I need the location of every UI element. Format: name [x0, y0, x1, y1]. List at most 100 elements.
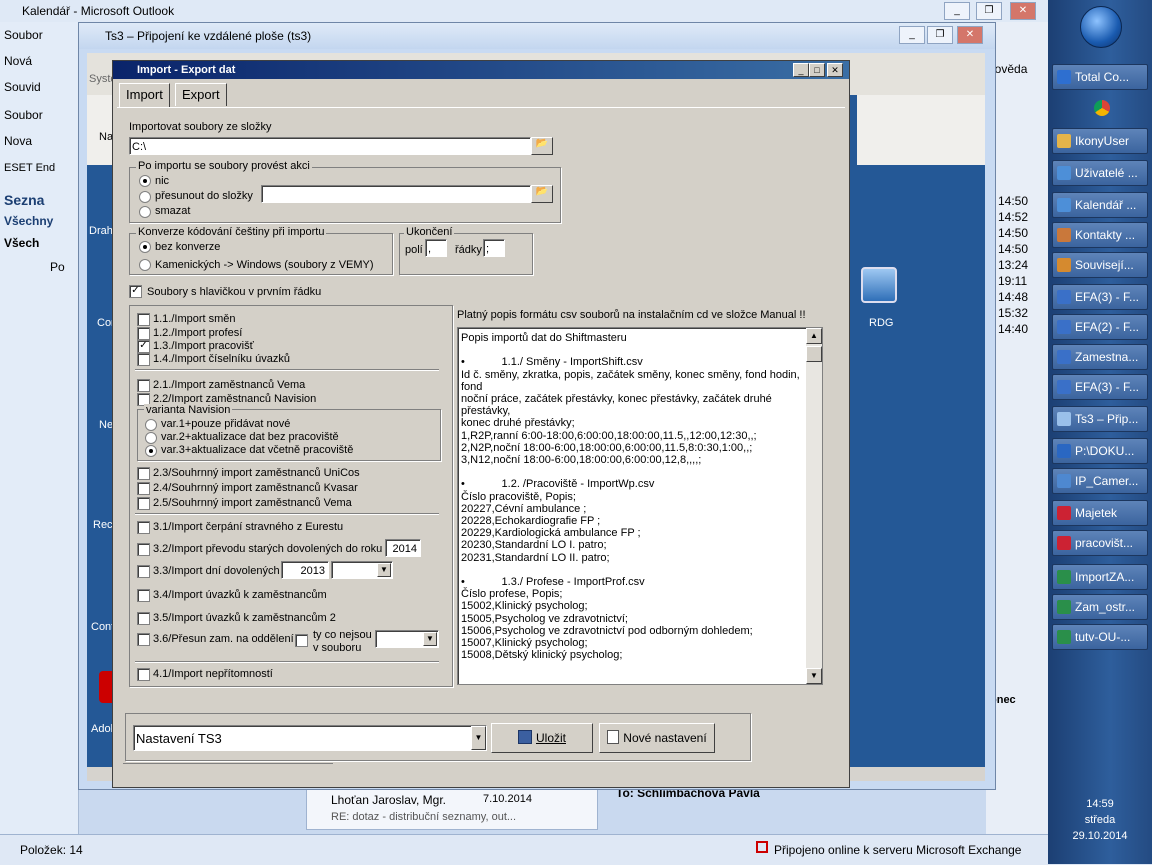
import-36-checkbox[interactable] [137, 633, 150, 646]
info-text: Platný popis formátu csv souborů na inst… [457, 309, 806, 321]
menu-vsechny[interactable]: Všechny [4, 214, 53, 228]
import-14-checkbox[interactable] [137, 353, 150, 366]
menu-seznam: Sezna [4, 192, 45, 208]
import-25-checkbox[interactable] [137, 497, 150, 510]
dialog-close-button[interactable]: ✕ [827, 63, 843, 77]
minimize-button[interactable]: _ [944, 2, 970, 20]
chevron-down-icon[interactable]: ▼ [471, 726, 486, 750]
taskbar-item[interactable]: Zamestna... [1052, 344, 1148, 370]
import-13-checkbox[interactable]: ✓ [137, 340, 150, 353]
header-checkbox[interactable]: ✓ [129, 285, 142, 298]
taskbar-item[interactable]: P:\DOKU... [1052, 438, 1148, 464]
menu-nova[interactable]: Nová [4, 54, 32, 68]
rdp-titlebar: Ts3 – Připojení ke vzdálené ploše (ts3) … [79, 23, 995, 49]
dialog-minimize-button[interactable]: _ [793, 63, 809, 77]
encoding-radio-kamenicky[interactable] [139, 259, 151, 271]
taskbar-item[interactable]: EFA(2) - F... [1052, 314, 1148, 340]
after-radio-move[interactable] [139, 191, 151, 203]
chevron-down-icon[interactable]: ▼ [423, 632, 437, 646]
taskbar-item[interactable]: Uživatelé ... [1052, 160, 1148, 186]
import-21-checkbox[interactable] [137, 379, 150, 392]
import-36-sub-checkbox[interactable] [295, 634, 308, 647]
rdg-icon[interactable] [861, 267, 897, 303]
app-icon [1057, 258, 1071, 272]
scroll-up-icon[interactable]: ▲ [806, 328, 822, 344]
move-folder-input[interactable] [261, 185, 531, 203]
format-description-memo[interactable]: Popis importů dat do Shiftmasteru • 1.1.… [457, 327, 823, 685]
taskbar-item[interactable]: ImportZA... [1052, 564, 1148, 590]
taskbar-item[interactable]: tutv-OU-... [1052, 624, 1148, 650]
menu-soubor[interactable]: Soubor [4, 28, 43, 42]
import-35-checkbox[interactable] [137, 612, 150, 625]
import-12-checkbox[interactable] [137, 327, 150, 340]
after-radio-nic[interactable] [139, 175, 151, 187]
menu-vsech[interactable]: Všech [4, 236, 39, 250]
import-33-year-input[interactable]: 2013 [281, 561, 329, 579]
import-24-checkbox[interactable] [137, 482, 150, 495]
encoding-radio-none[interactable] [139, 241, 151, 253]
desk-label-3: Ne [99, 419, 114, 431]
taskbar-item[interactable]: Kalendář ... [1052, 192, 1148, 218]
rdp-restore-button[interactable]: ❐ [927, 26, 953, 44]
import-36-label: 3.6/Přesun zam. na oddělení [153, 633, 294, 645]
taskbar-item[interactable]: Souvisejí... [1052, 252, 1148, 278]
scroll-thumb[interactable] [806, 346, 822, 362]
clock[interactable]: 14:59 středa 29.10.2014 [1048, 796, 1152, 856]
rdp-close-button[interactable]: ✕ [957, 26, 983, 44]
taskbar-item[interactable]: Ts3 – Přip... [1052, 406, 1148, 432]
end-rows-input[interactable]: ; [483, 239, 505, 257]
end-fields-input[interactable]: , [425, 239, 447, 257]
rdp-minimize-button[interactable]: _ [899, 26, 925, 44]
import-41-checkbox[interactable] [137, 668, 150, 681]
navision-radio-2[interactable] [145, 432, 157, 444]
clock-day: středa [1084, 814, 1116, 826]
folder-open-icon[interactable]: 📂 [531, 137, 553, 155]
scroll-down-icon[interactable]: ▼ [806, 668, 822, 684]
import-12-label: 1.2./Import profesí [153, 327, 243, 339]
rdg-label: RDG [869, 317, 894, 329]
tab-import[interactable]: Import [119, 83, 170, 108]
menu-nova-2[interactable]: Nova [4, 134, 32, 148]
taskbar-item-label: EFA(3) - F... [1075, 290, 1140, 304]
import-23-checkbox[interactable] [137, 467, 150, 480]
chrome-icon[interactable] [1094, 100, 1110, 116]
menu-soubor-2[interactable]: Soubor [4, 108, 43, 122]
import-11-checkbox[interactable] [137, 313, 150, 326]
import-34-checkbox[interactable] [137, 589, 150, 602]
import-33-dropdown[interactable]: ▼ [331, 561, 393, 579]
taskbar-item[interactable]: Zam_ostr... [1052, 594, 1148, 620]
folder-input[interactable]: C:\ [129, 137, 531, 155]
taskbar-item-label: P:\DOKU... [1075, 444, 1135, 458]
dialog-maximize-button[interactable]: □ [809, 63, 825, 77]
tab-export[interactable]: Export [175, 83, 227, 106]
move-folder-open-icon[interactable]: 📂 [531, 185, 553, 203]
import-31-checkbox[interactable] [137, 521, 150, 534]
taskbar-item[interactable]: EFA(3) - F... [1052, 374, 1148, 400]
taskbar-item[interactable]: Majetek [1052, 500, 1148, 526]
restore-button[interactable]: ❐ [976, 2, 1002, 20]
after-radio-delete[interactable] [139, 206, 151, 218]
menu-po[interactable]: Po [50, 260, 65, 274]
start-button[interactable] [1080, 6, 1122, 48]
import-32-checkbox[interactable] [137, 543, 150, 556]
mail-item[interactable]: Lhoťan Jaroslav, Mgr. 7.10.2014 RE: dota… [306, 788, 598, 830]
save-button[interactable]: Uložit [491, 723, 593, 753]
taskbar-item[interactable]: IkonyUser [1052, 128, 1148, 154]
new-settings-button[interactable]: Nové nastavení [599, 723, 715, 753]
taskbar-item[interactable]: pracovišt... [1052, 530, 1148, 556]
menu-eset[interactable]: ESET End [4, 162, 55, 174]
import-36-dropdown[interactable]: ▼ [375, 630, 439, 648]
menu-souvid[interactable]: Souvid [4, 80, 41, 94]
taskbar-item[interactable]: EFA(3) - F... [1052, 284, 1148, 310]
navision-radio-1[interactable] [145, 419, 157, 431]
navision-radio-3[interactable] [145, 445, 157, 457]
chevron-down-icon[interactable]: ▼ [377, 563, 391, 577]
memo-scrollbar[interactable]: ▲ ▼ [806, 328, 822, 684]
settings-combo[interactable]: Nastavení TS3 [133, 725, 487, 751]
import-33-checkbox[interactable] [137, 565, 150, 578]
taskbar-item[interactable]: Kontakty ... [1052, 222, 1148, 248]
close-button[interactable]: ✕ [1010, 2, 1036, 20]
import-32-year-input[interactable]: 2014 [385, 539, 421, 557]
taskbar-item[interactable]: IP_Camer... [1052, 468, 1148, 494]
taskbar-item[interactable]: Total Co... [1052, 64, 1148, 90]
